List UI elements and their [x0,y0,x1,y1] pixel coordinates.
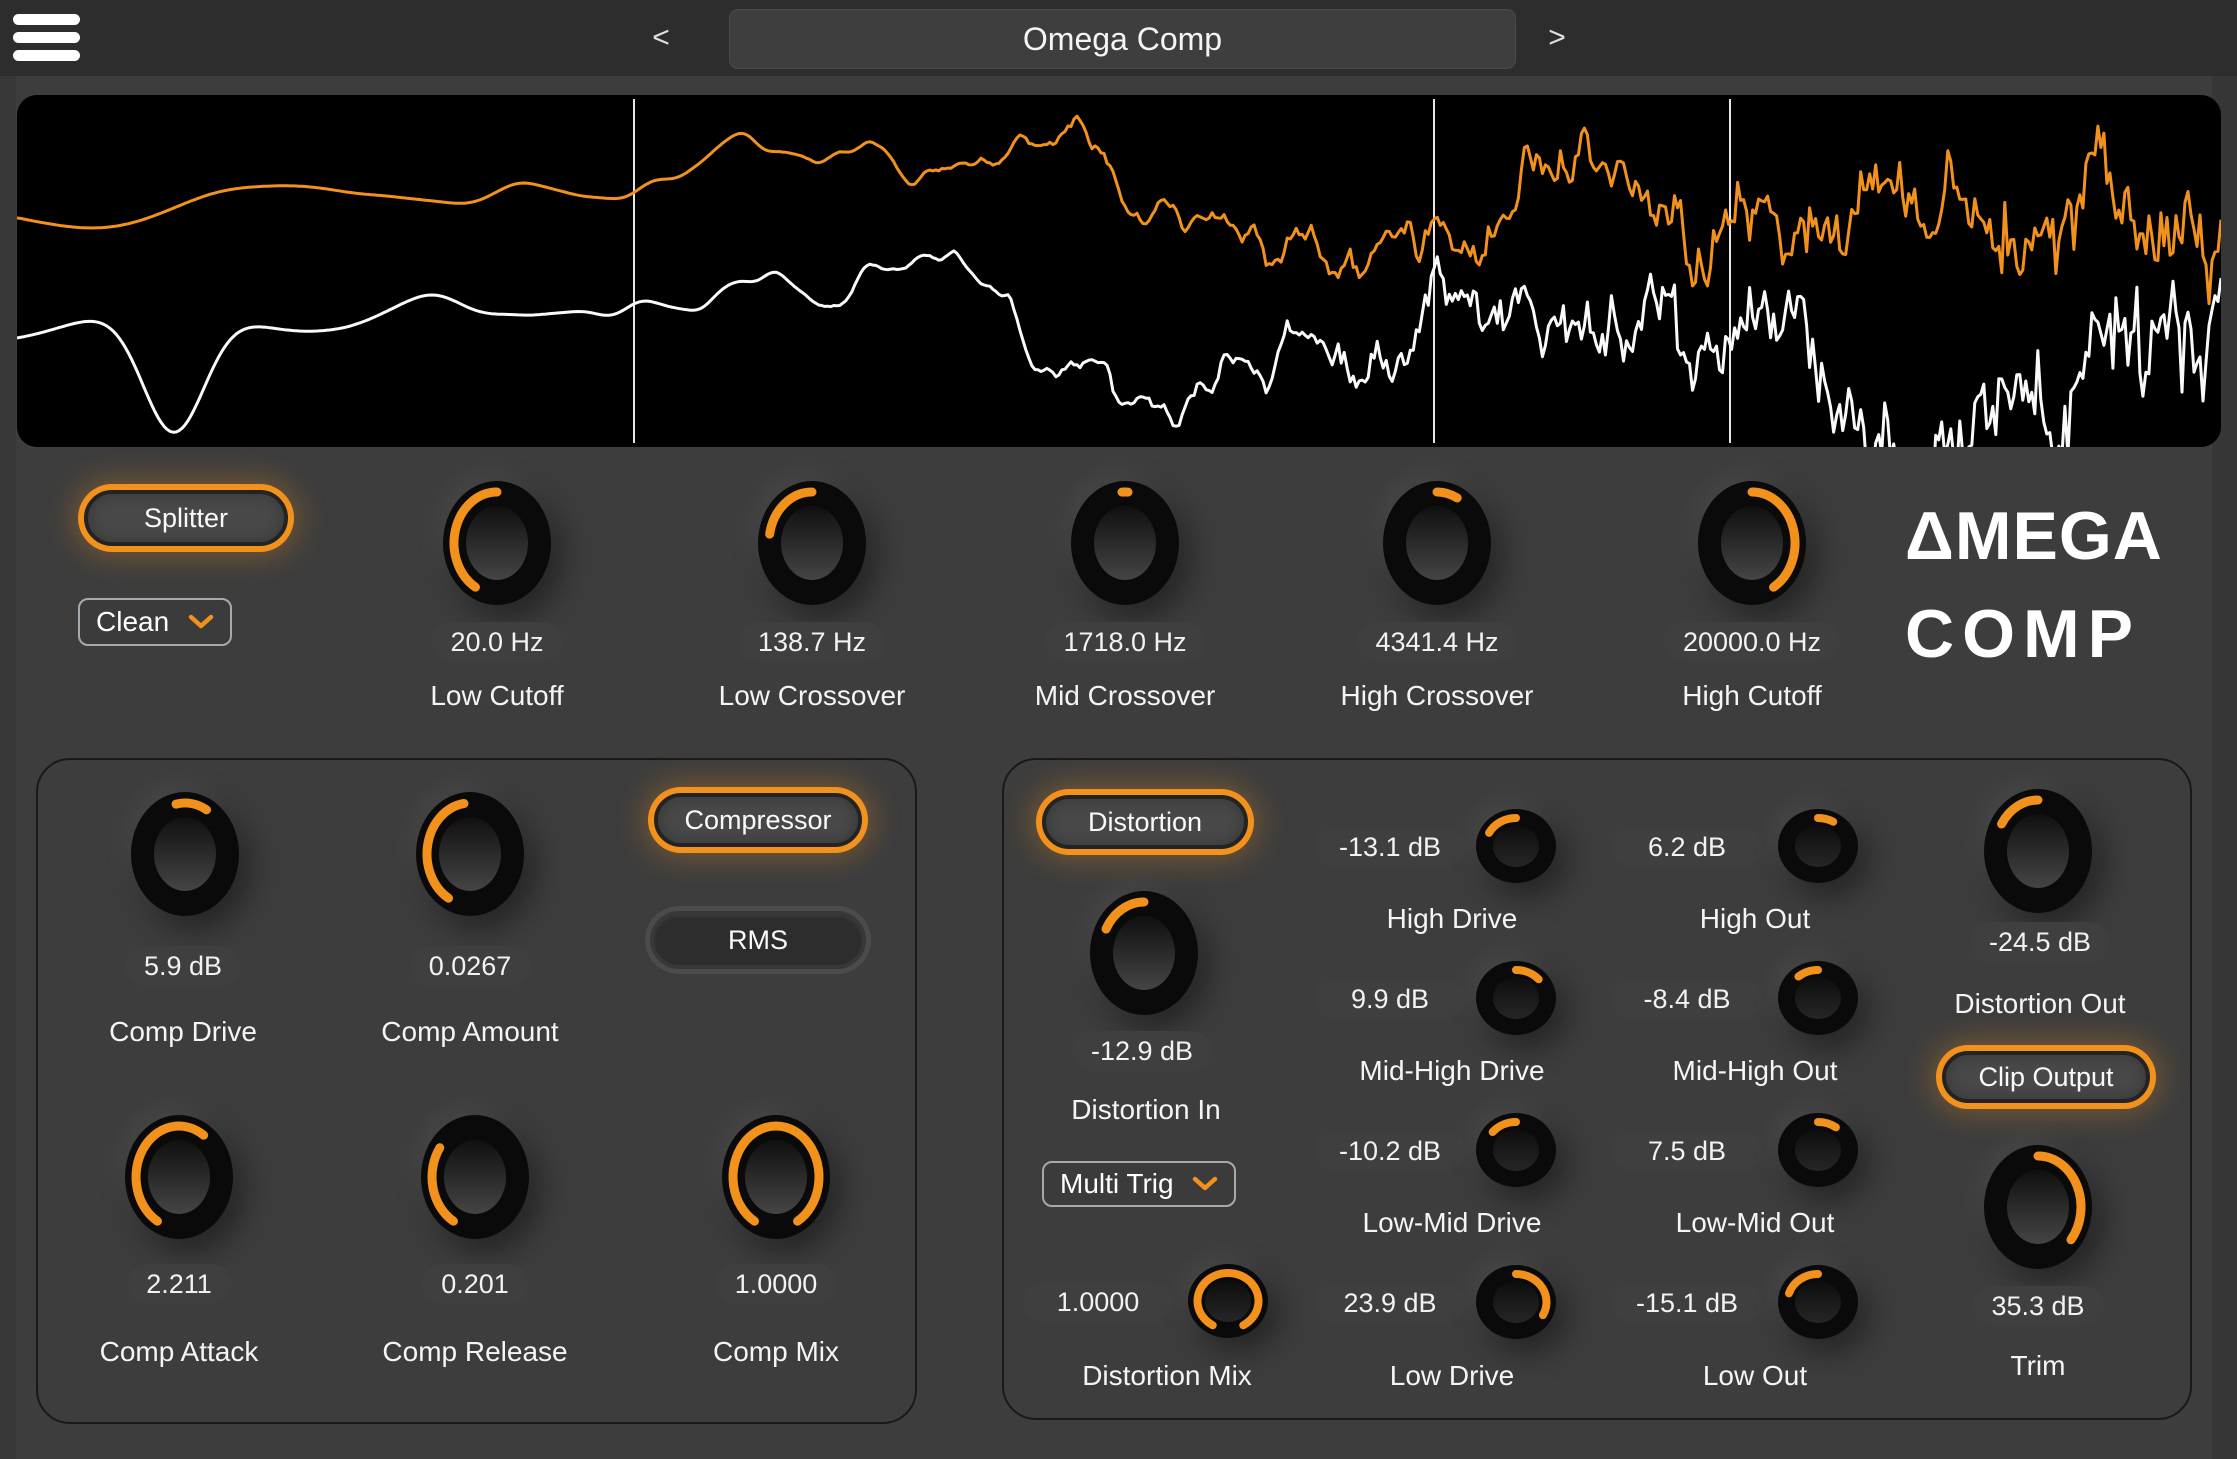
trigger-mode-dropdown[interactable]: Multi Trig [1042,1161,1236,1207]
mid-high-out-value: -8.4 dB [1612,979,1762,1019]
distortion-in-label: Distortion In [1071,1094,1220,1126]
low-cutoff-label: Low Cutoff [430,680,563,712]
comp-amount-value: 0.0267 [410,946,531,986]
comp-drive-knob[interactable] [125,787,245,926]
distortion-in-value: -12.9 dB [1072,1031,1212,1071]
mid-high-drive-knob[interactable] [1471,956,1561,1045]
distortion-out-knob[interactable] [1978,784,2098,923]
low-mid-out-value: 7.5 dB [1612,1131,1762,1171]
comp-release-label: Comp Release [382,1336,567,1368]
comp-mix-knob[interactable] [716,1110,836,1249]
preset-prev-button[interactable]: < [646,18,676,58]
high-cutoff-value: 20000.0 Hz [1664,622,1840,662]
high-out-label: High Out [1700,903,1811,935]
trigger-mode-value: Multi Trig [1060,1168,1174,1200]
low-mid-drive-label: Low-Mid Drive [1363,1207,1542,1239]
low-out-knob[interactable] [1773,1260,1863,1349]
comp-attack-value: 2.211 [127,1264,231,1304]
comp-drive-value: 5.9 dB [125,946,241,986]
low-drive-knob[interactable] [1471,1260,1561,1349]
mid-high-out-knob[interactable] [1773,956,1863,1045]
compressor-button-label: Compressor [684,805,831,836]
distortion-mix-knob[interactable] [1183,1259,1273,1348]
comp-attack-label: Comp Attack [100,1336,259,1368]
mid-high-drive-label: Mid-High Drive [1359,1055,1544,1087]
low-mid-drive-knob[interactable] [1471,1108,1561,1197]
compressor-button[interactable]: Compressor [654,793,862,847]
low-mid-out-knob[interactable] [1773,1108,1863,1197]
trim-value: 35.3 dB [1972,1286,2103,1326]
spectrum-display [17,95,2221,447]
preset-name: Omega Comp [1023,21,1222,58]
comp-amount-label: Comp Amount [381,1016,558,1048]
high-cutoff-label: High Cutoff [1682,680,1822,712]
high-crossover-label: High Crossover [1341,680,1534,712]
mid-high-out-label: Mid-High Out [1673,1055,1838,1087]
mid-high-drive-value: 9.9 dB [1315,979,1465,1019]
comp-mix-value: 1.0000 [716,1264,837,1304]
distortion-mix-label: Distortion Mix [1082,1360,1252,1392]
top-bar: < Omega Comp > [0,0,2237,76]
low-out-label: Low Out [1703,1360,1807,1392]
high-out-value: 6.2 dB [1612,827,1762,867]
low-crossover-knob[interactable] [752,476,872,615]
comp-drive-label: Comp Drive [109,1016,257,1048]
trim-label: Trim [2011,1350,2066,1382]
low-crossover-value: 138.7 Hz [739,622,885,662]
chevron-down-icon [188,614,214,630]
low-out-value: -15.1 dB [1612,1283,1762,1323]
splitter-mode-value: Clean [96,606,169,638]
high-drive-value: -13.1 dB [1315,827,1465,867]
distortion-out-value: -24.5 dB [1970,922,2110,962]
high-crossover-knob[interactable] [1377,476,1497,615]
distortion-out-label: Distortion Out [1954,988,2125,1020]
mid-crossover-value: 1718.0 Hz [1044,622,1205,662]
chevron-down-icon [1192,1176,1218,1192]
comp-amount-knob[interactable] [410,787,530,926]
window-left-edge [0,76,16,1459]
comp-mix-label: Comp Mix [713,1336,839,1368]
rms-button[interactable]: RMS [650,911,866,969]
distortion-in-knob[interactable] [1084,886,1204,1025]
clip-output-button-label: Clip Output [1978,1062,2113,1093]
low-cutoff-knob[interactable] [437,476,557,615]
low-mid-out-label: Low-Mid Out [1676,1207,1835,1239]
distortion-button-label: Distortion [1088,807,1202,838]
splitter-button[interactable]: Splitter [84,490,288,546]
preset-name-box[interactable]: Omega Comp [729,9,1516,69]
splitter-mode-dropdown[interactable]: Clean [78,598,232,646]
clip-output-button[interactable]: Clip Output [1942,1051,2150,1103]
menu-icon[interactable] [13,14,80,62]
omega-comp-logo: ΔMEGA COMP [1905,500,2195,670]
trim-knob[interactable] [1978,1140,2098,1279]
high-drive-knob[interactable] [1471,804,1561,893]
rms-button-label: RMS [728,925,788,956]
low-drive-label: Low Drive [1390,1360,1514,1392]
preset-next-button[interactable]: > [1542,18,1572,58]
comp-attack-knob[interactable] [119,1110,239,1249]
mid-crossover-label: Mid Crossover [1035,680,1215,712]
distortion-button[interactable]: Distortion [1042,795,1248,849]
splitter-button-label: Splitter [144,503,228,534]
low-crossover-label: Low Crossover [719,680,906,712]
low-cutoff-value: 20.0 Hz [431,622,562,662]
distortion-mix-value: 1.0000 [1023,1282,1173,1322]
high-cutoff-knob[interactable] [1692,476,1812,615]
low-mid-drive-value: -10.2 dB [1315,1131,1465,1171]
low-drive-value: 23.9 dB [1315,1283,1465,1323]
high-out-knob[interactable] [1773,804,1863,893]
omega-logo-line1: ΔMEGA [1905,500,2195,572]
comp-release-value: 0.201 [422,1264,528,1304]
mid-crossover-knob[interactable] [1065,476,1185,615]
high-drive-label: High Drive [1387,903,1518,935]
high-crossover-value: 4341.4 Hz [1356,622,1517,662]
comp-release-knob[interactable] [415,1110,535,1249]
omega-logo-line2: COMP [1905,598,2195,670]
